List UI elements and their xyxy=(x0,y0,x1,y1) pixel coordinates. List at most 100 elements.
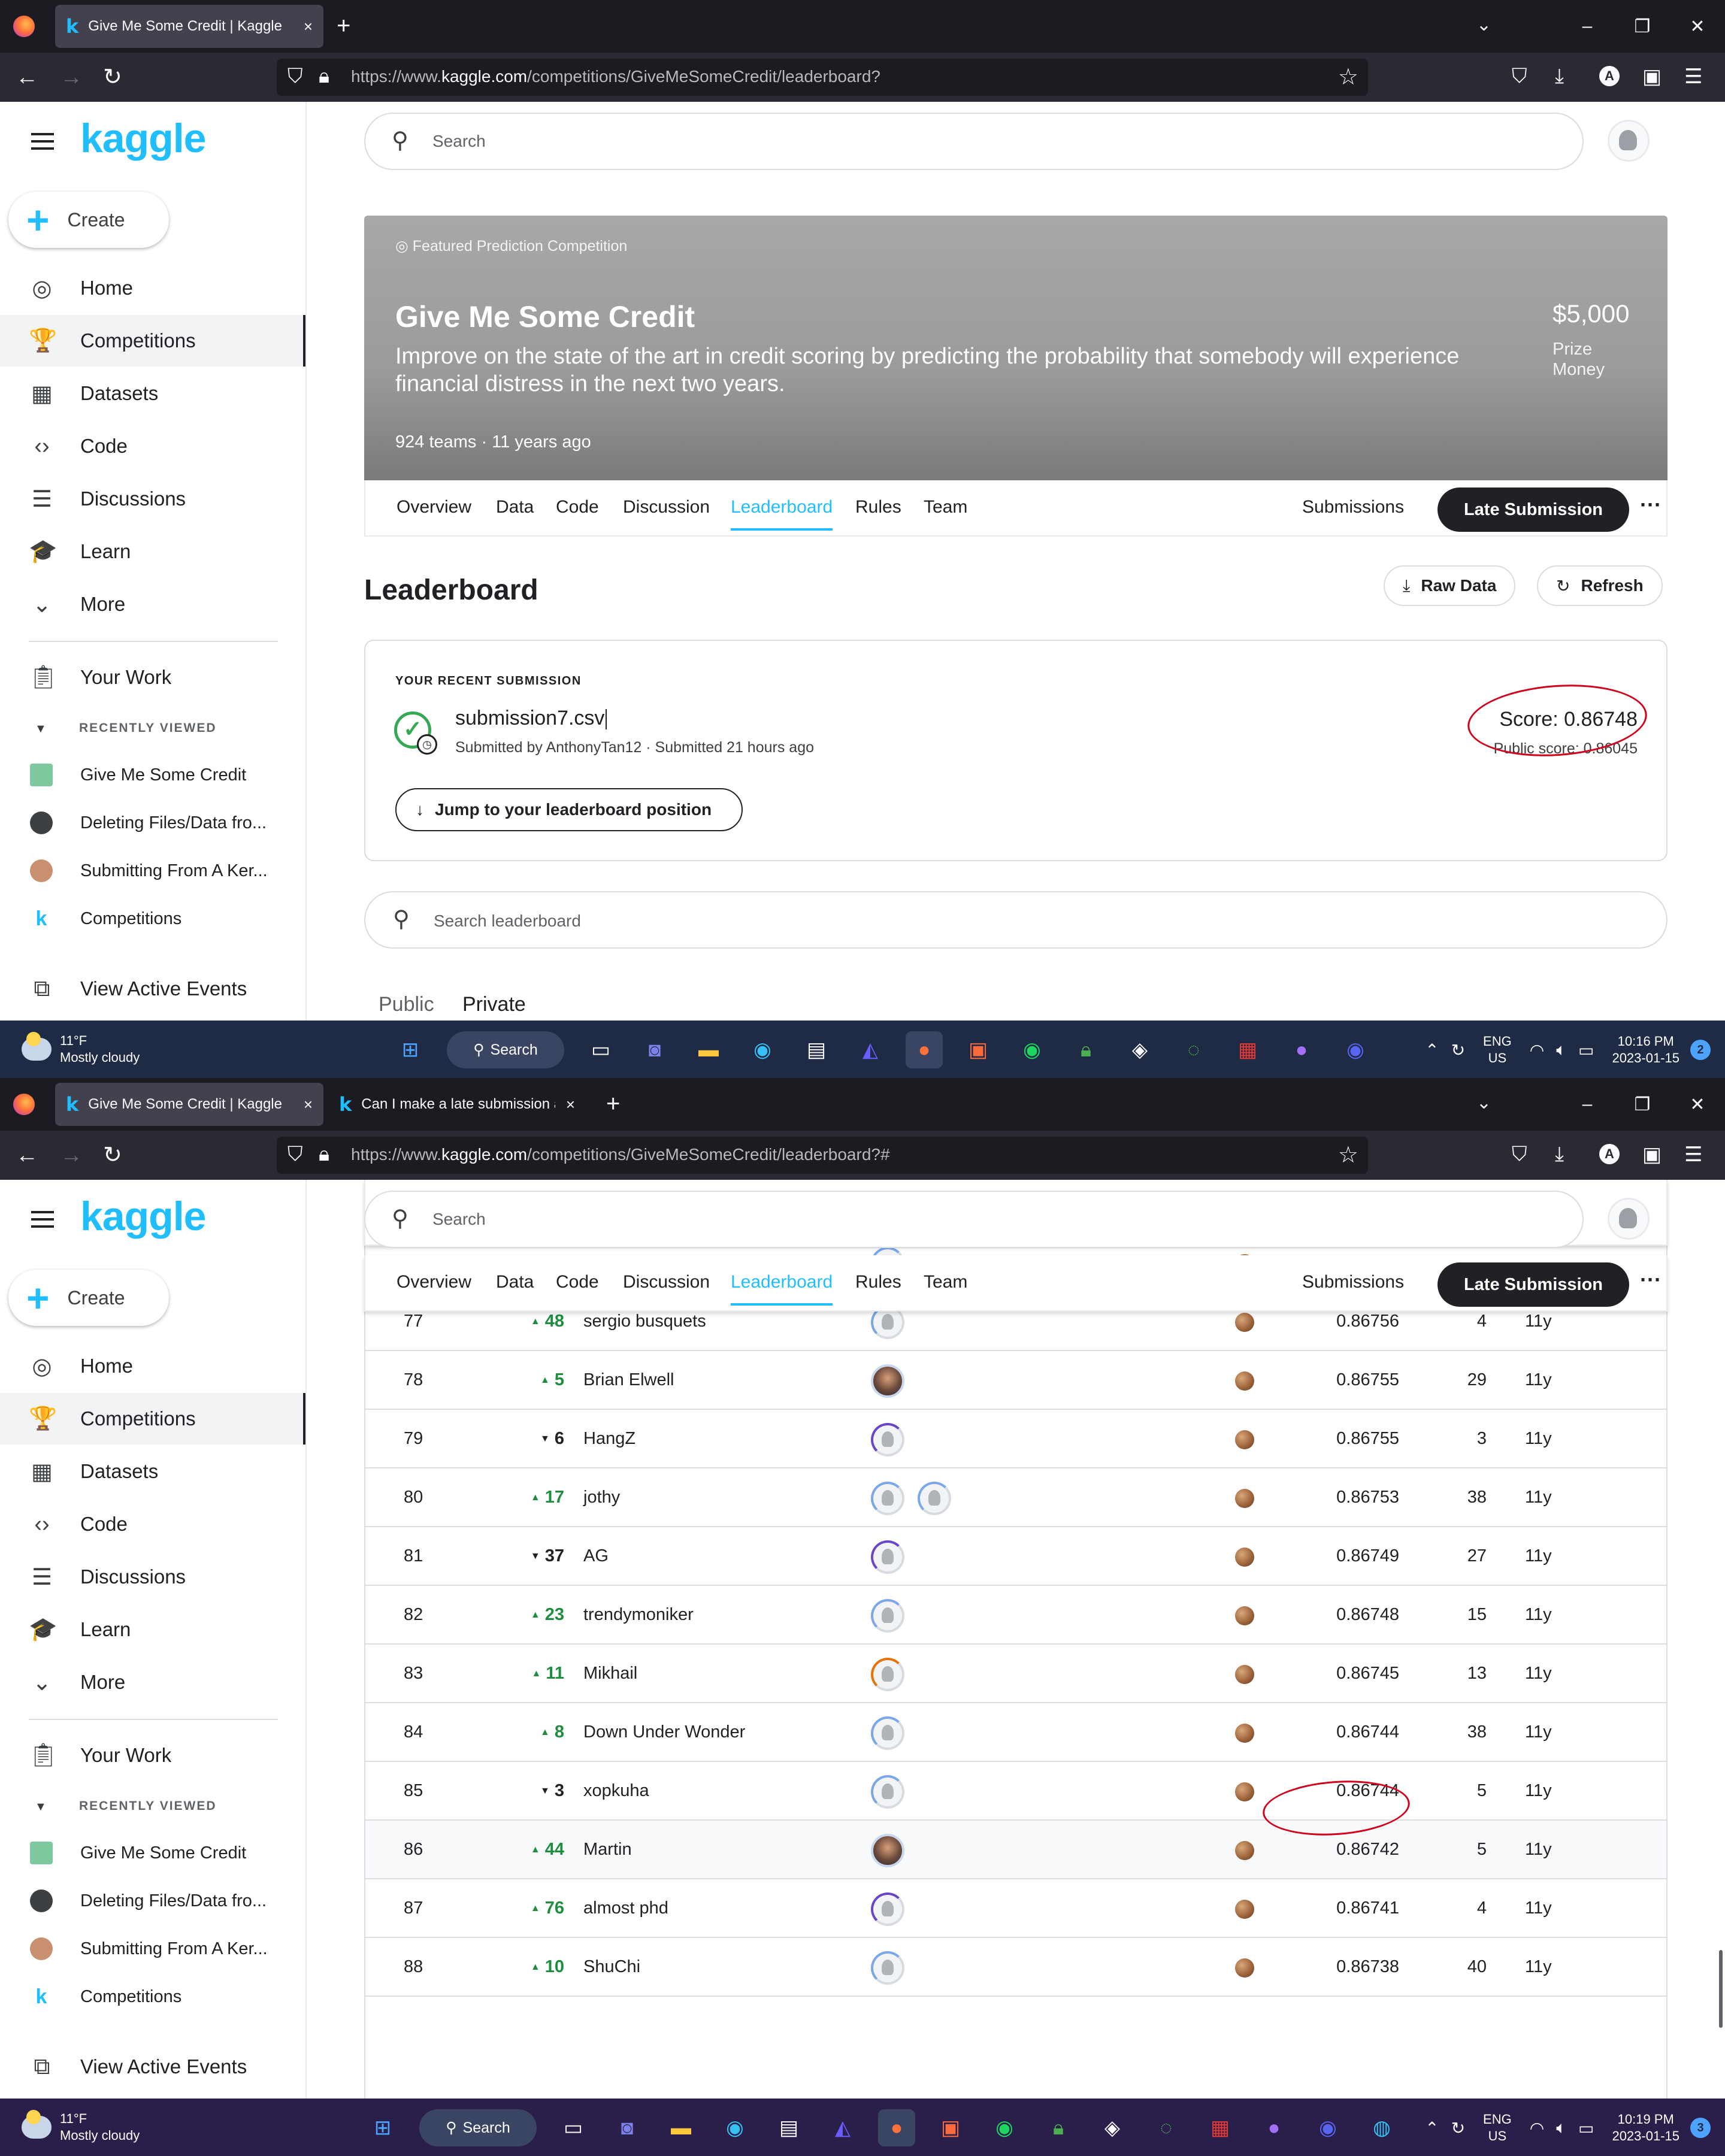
sidebar-item-datasets[interactable]: ▦ Datasets xyxy=(0,368,305,419)
github-icon[interactable]: ● xyxy=(1255,2109,1293,2146)
menu-icon[interactable]: ☰ xyxy=(1684,1143,1702,1167)
app-icon[interactable]: ◭ xyxy=(852,1031,889,1068)
lock-app-icon[interactable]: 🔒︎ xyxy=(1067,1031,1104,1068)
member-avatar[interactable] xyxy=(871,1716,904,1750)
tab-overview[interactable]: Overview xyxy=(397,497,471,517)
battery-icon[interactable]: ▭ xyxy=(1578,2118,1594,2138)
chat-icon[interactable]: ◙ xyxy=(636,1031,673,1068)
tab-data[interactable]: Data xyxy=(496,1272,534,1292)
close-tab-icon[interactable]: × xyxy=(293,1095,313,1114)
kaggle-logo[interactable]: kaggle xyxy=(80,115,206,162)
more-options-icon[interactable]: ··· xyxy=(1640,492,1662,517)
url-text[interactable]: https://www.kaggle.com/competitions/Give… xyxy=(351,1145,890,1164)
account-avatar[interactable]: A xyxy=(1599,1144,1620,1164)
team-name[interactable]: Down Under Wonder xyxy=(583,1722,745,1742)
app-icon[interactable]: ▣ xyxy=(960,1031,997,1068)
store-icon[interactable]: ▤ xyxy=(770,2109,807,2146)
app-icon[interactable]: ◌ xyxy=(1175,1031,1212,1068)
tab-team[interactable]: Team xyxy=(924,1272,967,1292)
table-row[interactable]: 80 ▲ 17 jothy 0.86753 38 11y xyxy=(365,1468,1666,1527)
lock-app-icon[interactable]: 🔒︎ xyxy=(1040,2109,1077,2146)
notification-badge[interactable]: 3 xyxy=(1690,2118,1711,2138)
raw-data-button[interactable]: ⤓ Raw Data xyxy=(1384,565,1516,606)
close-tab-icon[interactable]: × xyxy=(293,17,313,36)
firefox-taskbar-icon[interactable]: ● xyxy=(906,1031,943,1068)
app-icon[interactable]: ▦ xyxy=(1229,1031,1266,1068)
menu-icon[interactable]: ☰ xyxy=(1684,65,1702,89)
create-button[interactable]: + Create xyxy=(8,192,169,248)
download-icon[interactable]: ⤓ xyxy=(1555,1143,1564,1166)
recent-item[interactable]: Give Me Some Credit xyxy=(0,751,305,799)
member-avatar[interactable] xyxy=(871,1599,904,1633)
tab-data[interactable]: Data xyxy=(496,497,534,517)
recent-item[interactable]: k Competitions xyxy=(0,895,305,943)
member-avatar[interactable] xyxy=(871,1540,904,1574)
url-bar[interactable]: ⛉ 🔒︎ https://www.kaggle.com/competitions… xyxy=(277,1137,1368,1174)
team-name[interactable]: HangZ xyxy=(583,1429,635,1449)
spotify-icon[interactable]: ◉ xyxy=(986,2109,1023,2146)
team-name[interactable]: Mikhail xyxy=(583,1664,637,1683)
table-row[interactable]: 78 ▲ 5 Brian Elwell 0.86755 29 11y xyxy=(365,1351,1666,1410)
browser-tab[interactable]: k Give Me Some Credit | Kaggle × xyxy=(55,5,323,48)
search-input[interactable]: ⚲ Search xyxy=(364,113,1584,170)
table-row[interactable]: 87 ▲ 76 almost phd 0.86741 4 11y xyxy=(365,1879,1666,1938)
edge-icon[interactable]: ◉ xyxy=(716,2109,753,2146)
new-tab-button[interactable]: + xyxy=(337,11,350,41)
sidebar-item-competitions[interactable]: 🏆 Competitions xyxy=(0,1393,305,1445)
table-row[interactable]: 83 ▲ 11 Mikhail 0.86745 13 11y xyxy=(365,1645,1666,1703)
submissions-link[interactable]: Submissions xyxy=(1302,1272,1404,1292)
sidebar-item-home[interactable]: ◎ Home xyxy=(0,1340,305,1392)
sidebar-item-your-work[interactable]: 📋︎ Your Work xyxy=(0,1730,305,1781)
maximize-icon[interactable]: ❐ xyxy=(1615,16,1670,37)
maximize-icon[interactable]: ❐ xyxy=(1615,1094,1670,1115)
close-window-icon[interactable]: ✕ xyxy=(1670,1094,1725,1115)
back-icon[interactable]: ← xyxy=(16,63,38,91)
close-window-icon[interactable]: ✕ xyxy=(1670,16,1725,37)
shield-icon[interactable]: ⛉ xyxy=(288,65,303,88)
task-view-icon[interactable]: ▭ xyxy=(582,1031,619,1068)
sync-icon[interactable]: ↻ xyxy=(1451,2118,1465,2138)
tab-discussion[interactable]: Discussion xyxy=(623,497,710,517)
sidebar-item-more[interactable]: ⌄ More xyxy=(0,1657,305,1708)
app-icon[interactable]: ◍ xyxy=(1363,2109,1400,2146)
table-row[interactable]: 82 ▲ 23 trendymoniker 0.86748 15 11y xyxy=(365,1586,1666,1645)
discord-icon[interactable]: ◉ xyxy=(1309,2109,1346,2146)
table-row[interactable]: 88 ▲ 10 ShuChi 0.86738 40 11y xyxy=(365,1938,1666,1997)
bookmark-star-icon[interactable]: ☆ xyxy=(1338,1141,1358,1168)
taskbar-search[interactable]: ⚲ Search xyxy=(419,2109,537,2146)
list-tabs-icon[interactable]: ⌄ xyxy=(1476,14,1491,35)
language-indicator[interactable]: ENG US xyxy=(1483,2111,1512,2145)
sidebar-item-home[interactable]: ◎ Home xyxy=(0,262,305,314)
kaggle-logo[interactable]: kaggle xyxy=(80,1193,206,1240)
firefox-taskbar-icon[interactable]: ● xyxy=(878,2109,915,2146)
minimize-icon[interactable]: – xyxy=(1560,16,1615,37)
team-name[interactable]: jothy xyxy=(583,1488,620,1507)
tab-private[interactable]: Private xyxy=(462,993,526,1016)
tab-code[interactable]: Code xyxy=(556,1272,599,1292)
wifi-icon[interactable]: ◠ xyxy=(1530,1040,1544,1060)
sidebar-item-learn[interactable]: 🎓 Learn xyxy=(0,526,305,577)
recent-item[interactable]: Deleting Files/Data fro... xyxy=(0,799,305,847)
sidebar-item-more[interactable]: ⌄ More xyxy=(0,579,305,630)
recent-item[interactable]: Deleting Files/Data fro... xyxy=(0,1877,305,1925)
team-name[interactable]: xopkuha xyxy=(583,1781,649,1801)
table-row[interactable]: 79 ▼ 6 HangZ 0.86755 3 11y xyxy=(365,1410,1666,1468)
clock[interactable]: 10:16 PM 2023-01-15 xyxy=(1612,1033,1679,1067)
download-icon[interactable]: ⤓ xyxy=(1555,65,1564,88)
clock[interactable]: 10:19 PM 2023-01-15 xyxy=(1612,2111,1679,2145)
chevron-up-icon[interactable]: ⌃ xyxy=(1425,2118,1439,2138)
close-tab-icon[interactable]: × xyxy=(555,1095,575,1114)
windows-start-icon[interactable]: ⊞ xyxy=(364,2109,401,2146)
windows-start-icon[interactable]: ⊞ xyxy=(392,1031,429,1068)
reload-icon[interactable]: ↻ xyxy=(103,63,122,91)
volume-icon[interactable]: 🔈︎ xyxy=(1556,2118,1566,2138)
file-explorer-icon[interactable]: ▬ xyxy=(690,1031,727,1068)
sidebar-item-competitions[interactable]: 🏆 Competitions xyxy=(0,315,305,367)
weather-widget[interactable]: 11°F Mostly cloudy xyxy=(22,2110,140,2144)
table-row[interactable]: 86 ▲ 44 Martin 0.86742 5 11y xyxy=(365,1821,1666,1879)
bookmark-star-icon[interactable]: ☆ xyxy=(1338,63,1358,90)
sidebar-item-code[interactable]: ‹› Code xyxy=(0,1498,305,1550)
collapse-icon[interactable]: ▼ xyxy=(35,1800,47,1814)
tab-overview[interactable]: Overview xyxy=(397,1272,471,1292)
virtualbox-icon[interactable]: ◈ xyxy=(1121,1031,1158,1068)
